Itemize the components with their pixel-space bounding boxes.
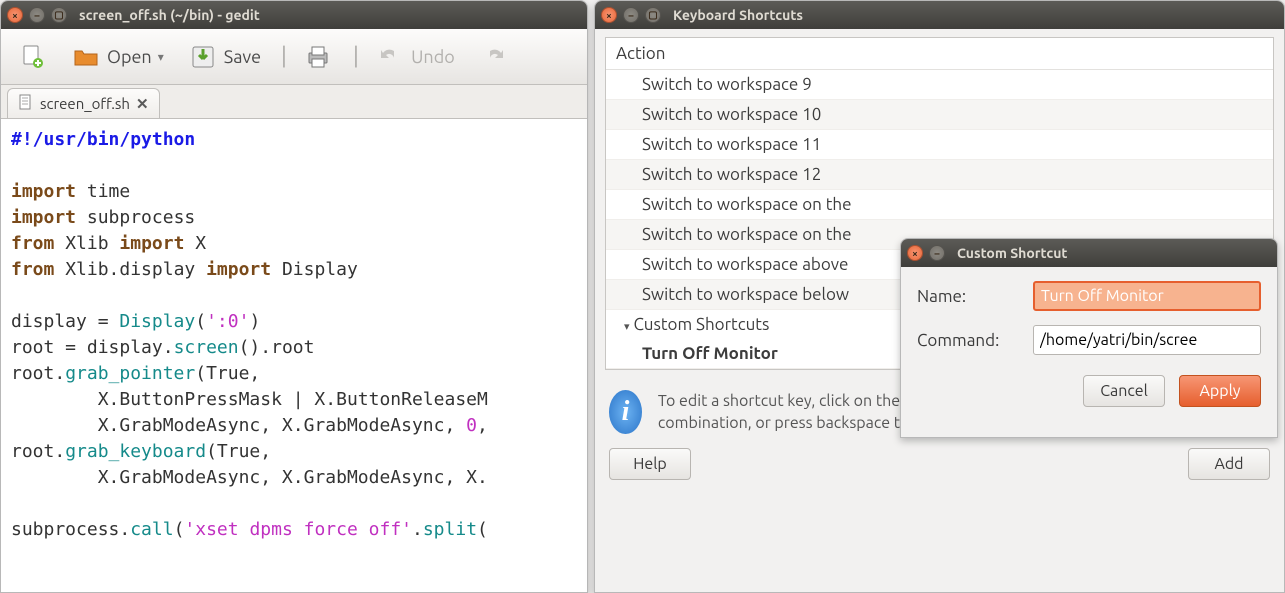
kb-title: Keyboard Shortcuts	[673, 7, 803, 23]
minimize-icon[interactable]: –	[929, 245, 945, 261]
minimize-icon[interactable]: –	[623, 7, 639, 23]
gedit-titlebar: × – ▢ screen_off.sh (~/bin) - gedit	[1, 1, 587, 29]
shortcut-row[interactable]: Switch to workspace 12	[606, 160, 1273, 190]
new-file-icon	[17, 42, 47, 72]
code-token: Display	[119, 311, 195, 332]
undo-button[interactable]: Undo	[369, 38, 461, 76]
code-token: from	[11, 233, 54, 254]
command-input[interactable]	[1033, 325, 1261, 355]
name-input[interactable]	[1033, 281, 1261, 311]
gedit-title: screen_off.sh (~/bin) - gedit	[79, 7, 260, 23]
code-token: import	[11, 181, 76, 202]
code-token: display =	[11, 311, 119, 332]
code-token: (True,	[206, 441, 271, 462]
redo-arrow-icon	[479, 42, 509, 72]
document-icon	[18, 94, 34, 113]
code-token: screen	[174, 337, 239, 358]
code-token: root = display.	[11, 337, 174, 358]
column-header-action[interactable]: Action	[606, 38, 1273, 70]
tab-close-icon[interactable]: ✕	[136, 95, 149, 113]
code-token: time	[76, 181, 130, 202]
code-token: Xlib	[54, 233, 119, 254]
code-token: (	[195, 311, 206, 332]
code-token: grab_keyboard	[65, 441, 206, 462]
info-icon: i	[609, 390, 642, 434]
add-button[interactable]: Add	[1188, 448, 1270, 480]
open-label: Open	[107, 47, 152, 67]
new-file-button[interactable]	[11, 38, 53, 76]
code-token: ().root	[239, 337, 315, 358]
dlg-footer: Cancel Apply	[917, 375, 1261, 407]
save-button[interactable]: Save	[182, 38, 267, 76]
code-token: subprocess	[76, 207, 195, 228]
cancel-button[interactable]: Cancel	[1083, 375, 1165, 407]
close-icon[interactable]: ×	[907, 245, 923, 261]
code-token: Xlib.display	[54, 259, 206, 280]
tab-filename: screen_off.sh	[40, 95, 130, 112]
code-token: import	[119, 233, 184, 254]
code-token: import	[206, 259, 271, 280]
shortcut-row[interactable]: Switch to workspace 10	[606, 100, 1273, 130]
undo-label: Undo	[411, 47, 455, 67]
open-folder-icon	[71, 42, 101, 72]
code-token: ,	[477, 415, 488, 436]
close-icon[interactable]: ×	[601, 7, 617, 23]
code-token: Display	[271, 259, 358, 280]
custom-shortcut-dialog: × – Custom Shortcut Name: Command: Cance…	[900, 238, 1278, 438]
toolbar-separator: │	[279, 46, 285, 67]
maximize-icon[interactable]: ▢	[645, 7, 661, 23]
printer-icon	[303, 42, 333, 72]
code-token: call	[130, 519, 173, 540]
code-token: (True,	[195, 363, 260, 384]
help-button[interactable]: Help	[609, 448, 691, 480]
code-token: grab_pointer	[65, 363, 195, 384]
kb-titlebar: × – ▢ Keyboard Shortcuts	[595, 1, 1284, 29]
code-token: X.GrabModeAsync, X.GrabModeAsync,	[11, 415, 466, 436]
dlg-title: Custom Shortcut	[957, 245, 1067, 261]
dlg-titlebar: × – Custom Shortcut	[901, 239, 1277, 267]
code-editor[interactable]: #!/usr/bin/python import time import sub…	[1, 119, 587, 592]
command-label: Command:	[917, 331, 1027, 350]
code-token: from	[11, 259, 54, 280]
close-icon[interactable]: ×	[7, 7, 23, 23]
maximize-icon[interactable]: ▢	[51, 7, 67, 23]
code-token: (	[477, 519, 488, 540]
print-button[interactable]	[297, 38, 339, 76]
code-line: X.GrabModeAsync, X.GrabModeAsync, X.	[11, 467, 488, 488]
code-token: root.	[11, 441, 65, 462]
open-button[interactable]: Open ▾	[65, 38, 170, 76]
code-token: )	[249, 311, 260, 332]
apply-button[interactable]: Apply	[1179, 375, 1261, 407]
save-label: Save	[224, 47, 261, 67]
shortcut-row[interactable]: Switch to workspace 9	[606, 70, 1273, 100]
dlg-body: Name: Command: Cancel Apply	[901, 267, 1277, 437]
code-token: root.	[11, 363, 65, 384]
shortcut-row[interactable]: Switch to workspace on the	[606, 190, 1273, 220]
name-label: Name:	[917, 287, 1027, 306]
chevron-down-icon: ▾	[158, 50, 164, 64]
gedit-window: × – ▢ screen_off.sh (~/bin) - gedit Open…	[0, 0, 588, 593]
code-token: subprocess.	[11, 519, 130, 540]
shortcut-row[interactable]: Switch to workspace 11	[606, 130, 1273, 160]
code-token: ':0'	[206, 311, 249, 332]
toolbar-separator: │	[351, 46, 357, 67]
tab-strip: screen_off.sh ✕	[1, 85, 587, 119]
code-token: 0	[466, 415, 477, 436]
redo-button[interactable]	[473, 38, 515, 76]
code-token: 'xset dpms force off'	[184, 519, 412, 540]
code-token: .	[412, 519, 423, 540]
tab-screen-off[interactable]: screen_off.sh ✕	[7, 88, 160, 118]
code-token: split	[423, 519, 477, 540]
code-token: (	[174, 519, 185, 540]
kb-footer: Help Add	[595, 434, 1284, 490]
code-line: #!/usr/bin/python	[11, 129, 195, 150]
gedit-toolbar: Open ▾ Save │ │ Undo	[1, 29, 587, 85]
code-token: import	[11, 207, 76, 228]
code-token: X	[184, 233, 206, 254]
code-line: X.ButtonPressMask | X.ButtonReleaseM	[11, 389, 488, 410]
undo-arrow-icon	[375, 42, 405, 72]
minimize-icon[interactable]: –	[29, 7, 45, 23]
save-disk-icon	[188, 42, 218, 72]
